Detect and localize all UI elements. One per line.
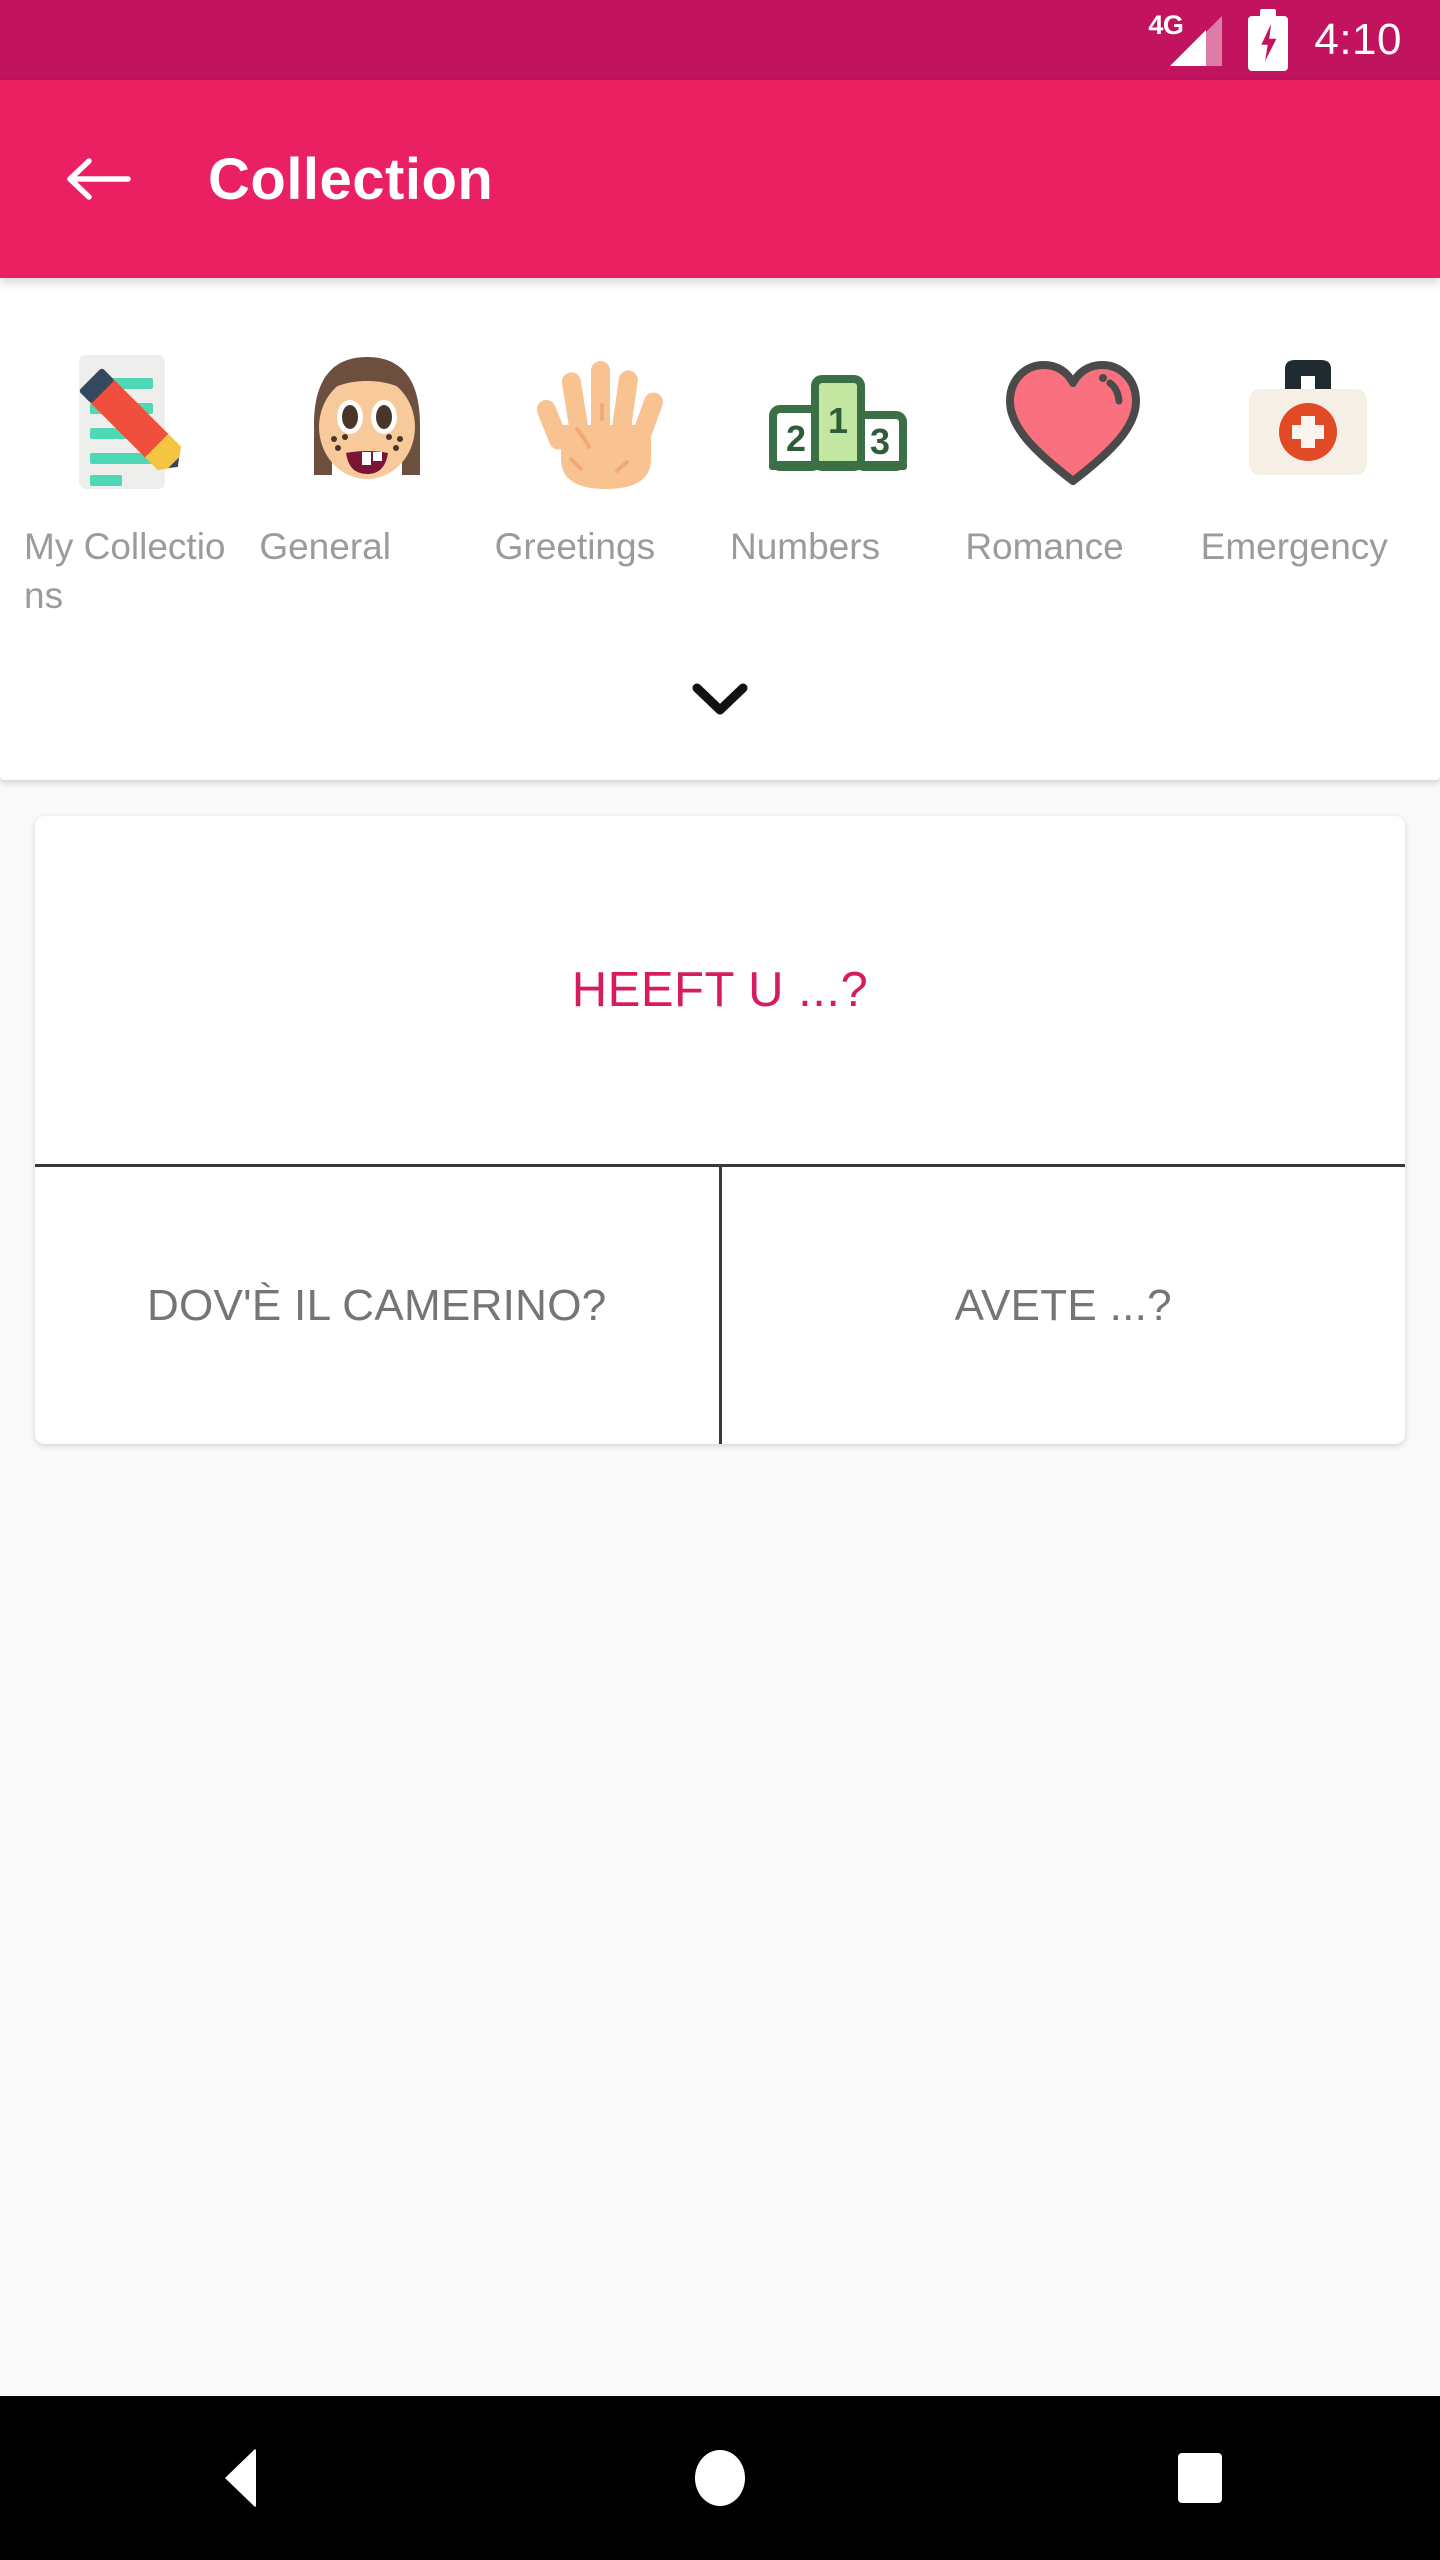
phrase-option-cell[interactable]: AVETE ...? [718, 1167, 1406, 1444]
page-title: Collection [208, 146, 494, 212]
category-item-my-collections[interactable]: My Collections [14, 336, 249, 672]
memo-pencil-icon [47, 336, 217, 508]
status-bar: 4G 4:10 [0, 0, 1440, 80]
category-label: Emergency [1200, 526, 1388, 567]
category-row: My Collections General Greetings 2 1 3 N… [0, 278, 1440, 672]
category-label: My Collections [24, 526, 226, 617]
raised-hand-icon [517, 336, 687, 508]
primary-phrase-cell[interactable]: HEEFT U ...? [35, 816, 1405, 1164]
square-recents-icon[interactable] [1100, 2396, 1300, 2560]
heart-icon [988, 336, 1158, 508]
triangle-back-icon[interactable] [140, 2396, 340, 2560]
phrase-options-row: DOV'È IL CAMERINO? AVETE ...? [35, 1164, 1405, 1444]
category-item-emergency[interactable]: Emergency [1191, 336, 1426, 672]
phone-screen: 4G 4:10 Collection My Collections Genera… [0, 0, 1440, 2560]
svg-text:1: 1 [828, 400, 848, 441]
category-label: Numbers [729, 526, 881, 567]
back-arrow-icon[interactable] [62, 142, 136, 216]
phrase-option-cell[interactable]: DOV'È IL CAMERINO? [35, 1167, 719, 1444]
primary-phrase-text: HEEFT U ...? [571, 963, 869, 1017]
girl-face-icon [282, 336, 452, 508]
first-aid-kit-icon [1223, 336, 1393, 508]
phrase-option-text: DOV'È IL CAMERINO? [146, 1280, 607, 1330]
app-bar: Collection [0, 80, 1440, 278]
category-label: General [259, 526, 391, 567]
phrase-option-text: AVETE ...? [954, 1280, 1172, 1330]
category-item-greetings[interactable]: Greetings [485, 336, 720, 672]
status-bar-clock: 4:10 [1314, 15, 1402, 64]
phrase-card-area: HEEFT U ...? DOV'È IL CAMERINO? AVETE ..… [0, 780, 1440, 2396]
android-navigation-bar [0, 2396, 1440, 2560]
signal-bars-icon: 4G [1148, 12, 1223, 66]
svg-text:3: 3 [870, 421, 890, 462]
podium-123-icon: 2 1 3 [753, 336, 923, 508]
signal-strength-bars [1170, 16, 1223, 66]
chevron-down-icon[interactable] [0, 672, 1440, 780]
category-item-numbers[interactable]: 2 1 3 Numbers [720, 336, 955, 672]
category-item-general[interactable]: General [249, 336, 484, 672]
category-item-romance[interactable]: Romance [955, 336, 1190, 672]
phrase-card: HEEFT U ...? DOV'È IL CAMERINO? AVETE ..… [35, 816, 1405, 1444]
circle-home-icon[interactable] [620, 2396, 820, 2560]
svg-text:2: 2 [786, 418, 806, 459]
category-label: Romance [965, 526, 1124, 567]
category-label: Greetings [494, 526, 656, 567]
battery-charging-icon [1248, 9, 1289, 71]
category-panel: My Collections General Greetings 2 1 3 N… [0, 278, 1440, 780]
